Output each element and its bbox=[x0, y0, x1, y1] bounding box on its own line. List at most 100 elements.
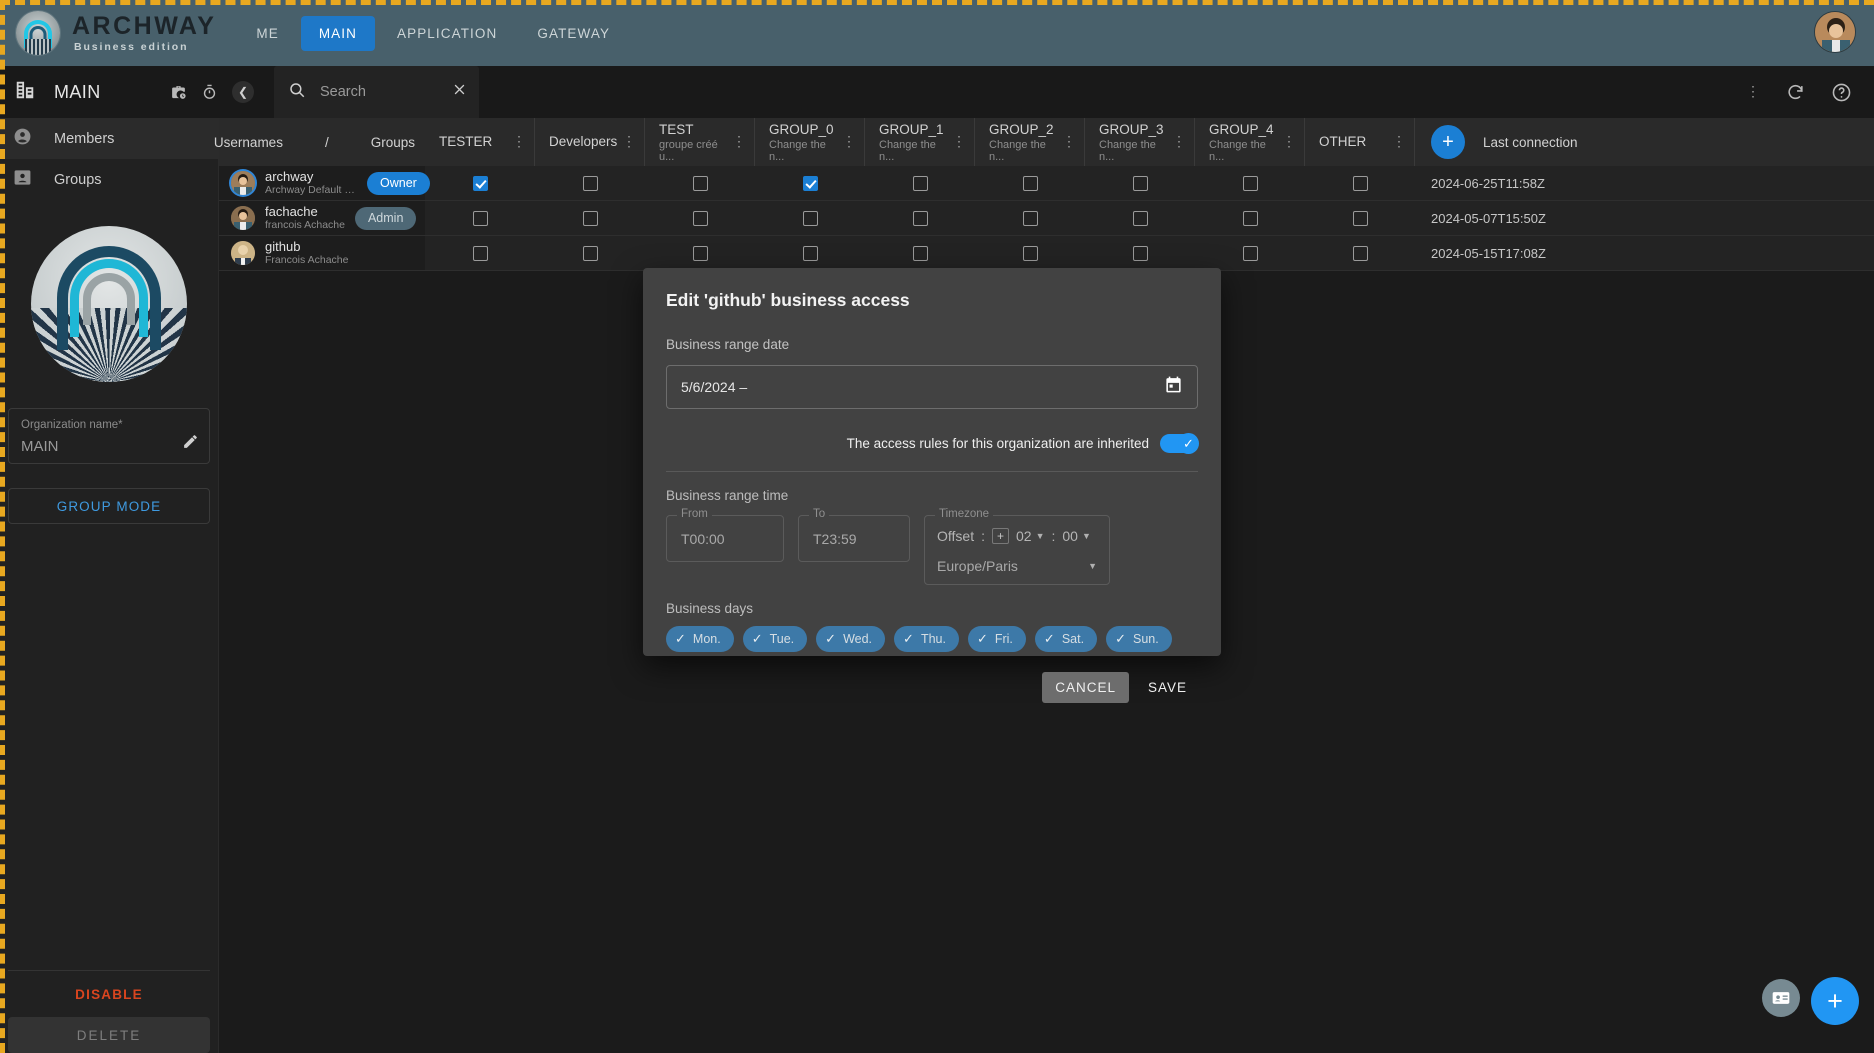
save-button[interactable]: SAVE bbox=[1137, 672, 1198, 703]
offset-sign-button[interactable]: + bbox=[991, 528, 1009, 544]
group-checkbox[interactable] bbox=[692, 245, 708, 261]
group-checkbox[interactable] bbox=[692, 175, 708, 191]
checkbox-cell[interactable] bbox=[645, 236, 755, 270]
nav-tab-main[interactable]: MAIN bbox=[300, 15, 375, 51]
checkbox-cell[interactable] bbox=[755, 201, 865, 235]
checkbox-cell[interactable] bbox=[865, 236, 975, 270]
checkbox-cell[interactable] bbox=[975, 201, 1085, 235]
checkbox-cell[interactable] bbox=[645, 166, 755, 200]
day-chip-thu[interactable]: ✓ Thu. bbox=[894, 626, 959, 652]
day-chip-fri[interactable]: ✓ Fri. bbox=[967, 626, 1026, 652]
th-column-other[interactable]: OTHER ⋮ bbox=[1305, 118, 1415, 166]
checkbox-cell[interactable] bbox=[1195, 166, 1305, 200]
group-checkbox[interactable] bbox=[1242, 175, 1258, 191]
edit-pencil-icon[interactable] bbox=[182, 433, 199, 455]
group-checkbox[interactable] bbox=[472, 210, 488, 226]
role-badge[interactable]: Admin bbox=[354, 206, 417, 230]
group-checkbox[interactable] bbox=[472, 175, 488, 191]
group-checkbox[interactable] bbox=[582, 245, 598, 261]
sidebar-item-members[interactable]: Members bbox=[0, 118, 218, 159]
search-input[interactable] bbox=[320, 84, 438, 100]
checkbox-cell[interactable] bbox=[1195, 236, 1305, 270]
calendar-icon[interactable] bbox=[1164, 375, 1183, 399]
checkbox-cell[interactable] bbox=[535, 236, 645, 270]
group-checkbox[interactable] bbox=[582, 210, 598, 226]
day-chip-mon[interactable]: ✓ Mon. bbox=[666, 626, 734, 652]
th-column-group-3[interactable]: GROUP_3 Change the n... ⋮ bbox=[1085, 118, 1195, 166]
day-chip-sat[interactable]: ✓ Sat. bbox=[1034, 626, 1098, 652]
to-time-field[interactable]: To T23:59 bbox=[798, 508, 910, 562]
checkbox-cell[interactable] bbox=[535, 166, 645, 200]
checkbox-cell[interactable] bbox=[645, 201, 755, 235]
checkbox-cell[interactable] bbox=[425, 201, 535, 235]
group-checkbox[interactable] bbox=[802, 245, 818, 261]
nav-tab-gateway[interactable]: GATEWAY bbox=[519, 16, 628, 51]
disable-button[interactable]: DISABLE bbox=[0, 971, 218, 1017]
sidebar-item-groups[interactable]: Groups bbox=[0, 159, 218, 200]
add-column-button[interactable]: + bbox=[1431, 125, 1465, 159]
th-column-group-0[interactable]: GROUP_0 Change the n... ⋮ bbox=[755, 118, 865, 166]
group-checkbox[interactable] bbox=[1352, 245, 1368, 261]
day-chip-wed[interactable]: ✓ Wed. bbox=[816, 626, 886, 652]
group-checkbox[interactable] bbox=[1132, 210, 1148, 226]
role-badge[interactable]: Owner bbox=[367, 171, 430, 195]
checkbox-cell[interactable] bbox=[1085, 201, 1195, 235]
offset-hours-select[interactable]: 02 ▼ bbox=[1016, 528, 1045, 544]
checkbox-cell[interactable] bbox=[975, 166, 1085, 200]
delete-button[interactable]: DELETE bbox=[8, 1017, 210, 1053]
checkbox-cell[interactable] bbox=[865, 201, 975, 235]
column-menu-icon[interactable]: ⋮ bbox=[1282, 134, 1296, 148]
contact-card-button[interactable] bbox=[1762, 979, 1800, 1017]
group-mode-button[interactable]: GROUP MODE bbox=[8, 488, 210, 524]
table-row[interactable]: github Francois Achache 2024-05-15T17:08… bbox=[219, 236, 1874, 271]
collapse-panel-button[interactable]: ❮ bbox=[232, 81, 254, 103]
day-chip-sun[interactable]: ✓ Sun. bbox=[1106, 626, 1172, 652]
group-checkbox[interactable] bbox=[1132, 175, 1148, 191]
group-checkbox[interactable] bbox=[1022, 210, 1038, 226]
group-checkbox[interactable] bbox=[1352, 175, 1368, 191]
offset-minutes-select[interactable]: 00 ▼ bbox=[1062, 528, 1091, 544]
group-checkbox[interactable] bbox=[912, 245, 928, 261]
checkbox-cell[interactable] bbox=[1085, 166, 1195, 200]
group-checkbox[interactable] bbox=[912, 175, 928, 191]
group-checkbox[interactable] bbox=[1022, 245, 1038, 261]
table-row[interactable]: archway Archway Default Sys... Owner 202… bbox=[219, 166, 1874, 201]
nav-tab-me[interactable]: ME bbox=[238, 16, 296, 51]
group-checkbox[interactable] bbox=[802, 210, 818, 226]
table-row[interactable]: fachache francois Achache Admin 2024-05-… bbox=[219, 201, 1874, 236]
clear-search-icon[interactable] bbox=[452, 82, 467, 102]
from-time-field[interactable]: From T00:00 bbox=[666, 508, 784, 562]
timer-icon[interactable] bbox=[201, 84, 218, 101]
cancel-button[interactable]: CANCEL bbox=[1042, 672, 1129, 703]
group-checkbox[interactable] bbox=[912, 210, 928, 226]
group-checkbox[interactable] bbox=[1132, 245, 1148, 261]
column-menu-icon[interactable]: ⋮ bbox=[1392, 134, 1406, 148]
search-box[interactable] bbox=[274, 66, 479, 118]
nav-tab-application[interactable]: APPLICATION bbox=[379, 16, 515, 51]
organization-name-field[interactable]: Organization name* MAIN bbox=[8, 408, 210, 464]
more-options-icon[interactable]: ⋮ bbox=[1746, 84, 1760, 98]
checkbox-cell[interactable] bbox=[975, 236, 1085, 270]
group-checkbox[interactable] bbox=[1022, 175, 1038, 191]
user-avatar[interactable] bbox=[1814, 11, 1856, 53]
column-menu-icon[interactable]: ⋮ bbox=[622, 134, 636, 148]
refresh-icon[interactable] bbox=[1786, 83, 1805, 102]
checkbox-cell[interactable] bbox=[1305, 201, 1415, 235]
th-column-developers[interactable]: Developers ⋮ bbox=[535, 118, 645, 166]
day-chip-tue[interactable]: ✓ Tue. bbox=[742, 626, 808, 652]
checkbox-cell[interactable] bbox=[1085, 236, 1195, 270]
checkbox-cell[interactable] bbox=[1195, 201, 1305, 235]
group-checkbox[interactable] bbox=[1242, 245, 1258, 261]
briefcase-clock-icon[interactable] bbox=[170, 84, 187, 101]
column-menu-icon[interactable]: ⋮ bbox=[512, 134, 526, 148]
group-checkbox[interactable] bbox=[802, 175, 818, 191]
group-checkbox[interactable] bbox=[472, 245, 488, 261]
th-column-tester[interactable]: TESTER ⋮ bbox=[425, 118, 535, 166]
th-column-group-4[interactable]: GROUP_4 Change the n... ⋮ bbox=[1195, 118, 1305, 166]
checkbox-cell[interactable] bbox=[1305, 166, 1415, 200]
th-column-test[interactable]: TEST groupe créé u... ⋮ bbox=[645, 118, 755, 166]
business-range-date-field[interactable]: 5/6/2024 – bbox=[666, 365, 1198, 409]
timezone-select[interactable]: Europe/Paris ▼ bbox=[937, 558, 1097, 574]
th-column-group-1[interactable]: GROUP_1 Change the n... ⋮ bbox=[865, 118, 975, 166]
column-menu-icon[interactable]: ⋮ bbox=[952, 134, 966, 148]
